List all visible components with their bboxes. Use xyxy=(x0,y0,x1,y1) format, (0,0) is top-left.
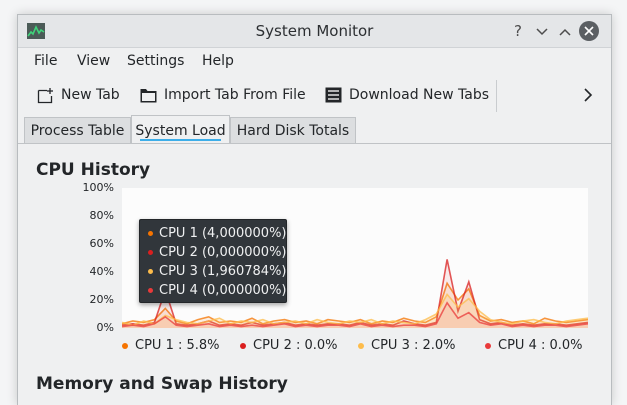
legend-cpu2: CPU 2 : 0.0% xyxy=(240,338,338,353)
chevron-up-icon xyxy=(559,28,571,36)
system-monitor-window: System Monitor ? File View Settings Help… xyxy=(17,14,612,405)
tooltip-row-cpu2: CPU 2 (0,000000%) xyxy=(148,245,287,260)
tooltip-cpu2-text: CPU 2 (0,000000%) xyxy=(159,245,287,260)
tab-system-load[interactable]: System Load xyxy=(131,115,230,143)
legend-cpu4-dot xyxy=(485,342,491,349)
new-tab-label: New Tab xyxy=(61,87,120,103)
menu-bar: File View Settings Help xyxy=(18,48,611,74)
legend-cpu1: CPU 1 : 5.8% xyxy=(122,338,220,353)
y-tick-label: 100% xyxy=(82,181,114,194)
system-load-panel: CPU History 0% 20% 40% 60% 80% 100% CPU 1 (4,… xyxy=(18,143,611,405)
cpu-tooltip: CPU 1 (4,000000%) CPU 2 (0,000000%) CPU … xyxy=(139,219,287,303)
tooltip-cpu3-text: CPU 3 (1,960784%) xyxy=(159,264,287,279)
menu-help[interactable]: Help xyxy=(202,53,234,69)
menu-file[interactable]: File xyxy=(34,53,57,69)
legend-cpu3-text: CPU 3 : 2.0% xyxy=(371,338,456,353)
download-tabs-label: Download New Tabs xyxy=(349,87,490,103)
legend-cpu3: CPU 3 : 2.0% xyxy=(358,338,456,353)
menu-view[interactable]: View xyxy=(77,53,110,69)
tooltip-row-cpu1: CPU 1 (4,000000%) xyxy=(148,226,287,241)
legend-cpu3-dot xyxy=(358,342,364,349)
cpu-history-title: CPU History xyxy=(36,160,151,180)
close-button[interactable] xyxy=(579,21,599,41)
close-icon xyxy=(584,26,594,36)
download-list-icon xyxy=(325,87,342,103)
new-tab-icon xyxy=(37,87,53,103)
new-tab-button[interactable]: New Tab xyxy=(37,85,120,105)
minimize-button[interactable] xyxy=(532,21,552,41)
tooltip-row-cpu4: CPU 4 (0,000000%) xyxy=(148,283,287,298)
chevron-down-icon xyxy=(536,28,548,36)
title-bar[interactable]: System Monitor ? xyxy=(18,15,611,48)
y-tick-label: 40% xyxy=(89,265,114,278)
help-button[interactable]: ? xyxy=(508,21,528,41)
tab-hard-disk-totals[interactable]: Hard Disk Totals xyxy=(230,117,356,143)
folder-icon xyxy=(140,88,157,102)
chevron-right-icon[interactable] xyxy=(580,85,596,105)
cpu4-color-dot xyxy=(148,288,153,293)
tooltip-cpu1-text: CPU 1 (4,000000%) xyxy=(159,226,287,241)
download-tabs-button[interactable]: Download New Tabs xyxy=(325,85,489,105)
toolbar-separator xyxy=(496,80,497,112)
tab-hard-disk-totals-label: Hard Disk Totals xyxy=(236,123,350,139)
tab-process-table-label: Process Table xyxy=(30,123,125,139)
legend-cpu4: CPU 4 : 0.0% xyxy=(485,338,583,353)
import-tab-label: Import Tab From File xyxy=(164,87,306,103)
active-tab-indicator xyxy=(140,139,221,141)
tooltip-row-cpu3: CPU 3 (1,960784%) xyxy=(148,264,287,279)
tab-bar: Process Table System Load Hard Disk Tota… xyxy=(18,115,611,143)
menu-settings[interactable]: Settings xyxy=(127,53,184,69)
legend-cpu1-text: CPU 1 : 5.8% xyxy=(135,338,220,353)
legend-cpu2-dot xyxy=(240,342,246,349)
cpu1-color-dot xyxy=(148,231,153,236)
y-tick-label: 0% xyxy=(96,321,114,334)
tab-system-load-label: System Load xyxy=(135,123,226,139)
cpu3-color-dot xyxy=(148,269,153,274)
legend-cpu2-text: CPU 2 : 0.0% xyxy=(253,338,338,353)
tooltip-cpu4-text: CPU 4 (0,000000%) xyxy=(159,283,287,298)
y-tick-label: 80% xyxy=(89,209,114,222)
memory-swap-history-title: Memory and Swap History xyxy=(36,374,288,394)
tab-process-table[interactable]: Process Table xyxy=(24,117,131,143)
legend-cpu1-dot xyxy=(122,342,128,349)
legend-cpu4-text: CPU 4 : 0.0% xyxy=(498,338,583,353)
cpu2-color-dot xyxy=(148,250,153,255)
import-tab-button[interactable]: Import Tab From File xyxy=(140,85,306,105)
toolbar: New Tab Import Tab From File Download Ne… xyxy=(18,76,611,114)
y-tick-label: 60% xyxy=(89,237,114,250)
maximize-button[interactable] xyxy=(555,21,575,41)
y-tick-label: 20% xyxy=(89,293,114,306)
